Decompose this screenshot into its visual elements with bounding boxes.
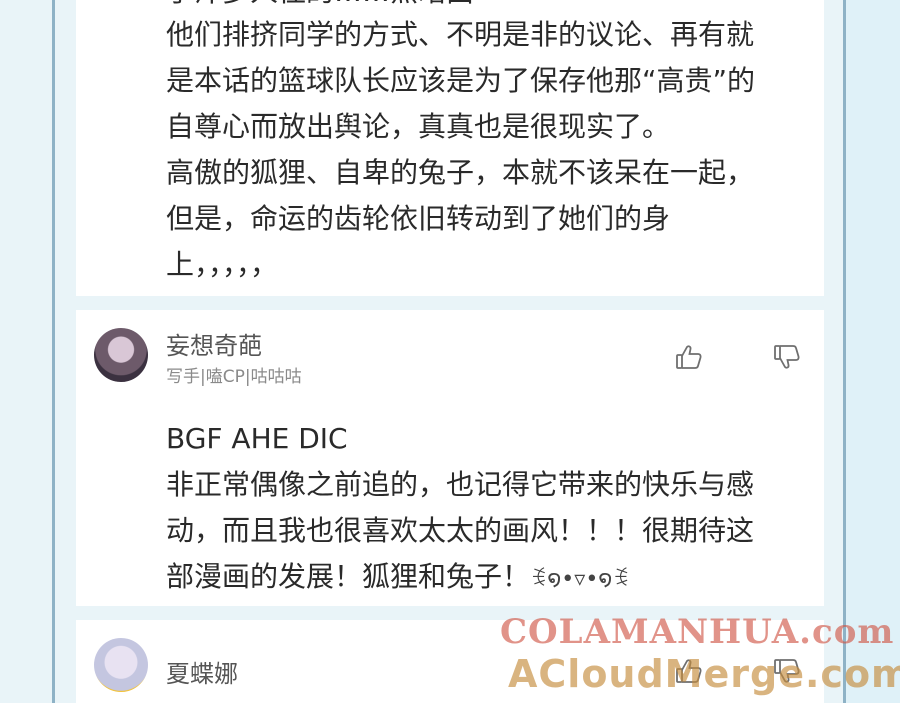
username[interactable]: 夏蝶娜 [166, 654, 238, 689]
thumbs-down-icon[interactable] [772, 342, 802, 372]
comment-card: 妄想奇葩 写手|嗑CP|咕咕咕 BGF AHE DIC 非正常偶像之前追的，也记… [76, 310, 824, 606]
watermark-acloudmerge: ACloudMerge.com [508, 652, 900, 696]
avatar[interactable] [94, 638, 148, 692]
comment-body: BGF AHE DIC 非正常偶像之前追的，也记得它带来的快乐与感 动，而且我也… [166, 416, 754, 600]
comment-line: 高傲的狐狸、自卑的兔子，本就不该呆在一起， [166, 156, 755, 189]
watermark-colamanhua: COLAMANHUA.com [500, 612, 895, 652]
comment-line-with-kaomoji: 部漫画的发展！狐狸和兔子！ꉂ໑•▿•໑ꉂ [166, 554, 754, 600]
comment-line: 他们排挤同学的方式、不明是非的议论、再有就 [166, 18, 755, 51]
comment-card: 手汗多人往的……黑暗面 他们排挤同学的方式、不明是非的议论、再有就 是本话的篮球… [76, 0, 824, 296]
comment-text-cut-line: 手汗多人往的……黑暗面 [166, 0, 474, 10]
comment-line: 自尊心而放出舆论，真真也是很现实了。 [166, 110, 671, 143]
comment-line: 是本话的篮球队长应该是为了保存他那“高贵”的 [166, 64, 756, 97]
thumbs-up-icon[interactable] [674, 342, 704, 372]
comment-line: 非正常偶像之前追的，也记得它带来的快乐与感 [166, 468, 755, 501]
comment-line: 但是，命运的齿轮依旧转动到了她们的身 [166, 202, 671, 235]
right-background-strip [846, 0, 900, 703]
user-tags: 写手|嗑CP|咕咕咕 [166, 367, 302, 387]
comment-line: BGF AHE DIC [166, 422, 348, 455]
username[interactable]: 妄想奇葩 [166, 326, 262, 361]
frame-left-border [52, 0, 55, 703]
comment-body: 他们排挤同学的方式、不明是非的议论、再有就 是本话的篮球队长应该是为了保存他那“… [166, 12, 755, 288]
comment-line: 动，而且我也很喜欢太太的画风！！！很期待这 [166, 514, 755, 547]
avatar[interactable] [94, 328, 148, 382]
comment-line-text: 部漫画的发展！狐狸和兔子！ [166, 560, 531, 593]
kaomoji: ꉂ໑•▿•໑ꉂ [530, 567, 630, 592]
comment-line: 上，，，，， [166, 248, 279, 281]
